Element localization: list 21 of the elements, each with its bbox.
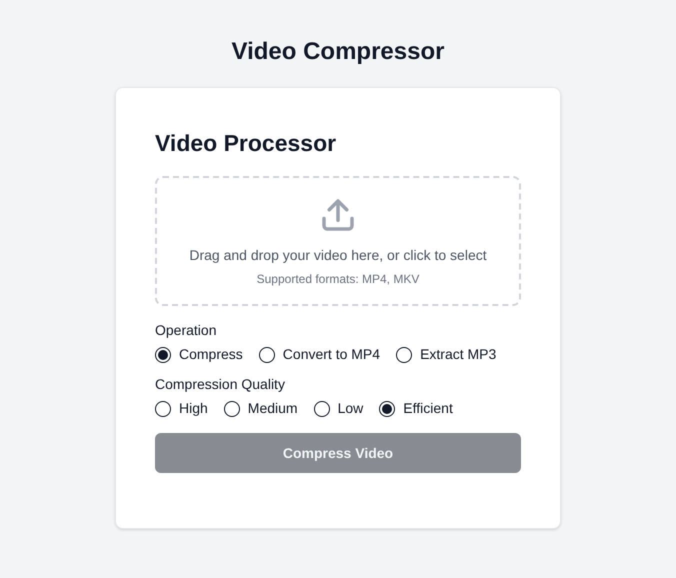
radio-option[interactable]: Medium	[224, 398, 298, 419]
radio-option[interactable]: Extract MP3	[396, 344, 496, 365]
radio-button[interactable]	[396, 346, 412, 362]
radio-option[interactable]: High	[155, 398, 208, 419]
radio-option[interactable]: Low	[314, 398, 364, 419]
card-heading: Video Processor	[155, 129, 338, 158]
radio-button[interactable]	[224, 400, 240, 416]
page-title: Video Compressor	[232, 37, 444, 67]
radio-option[interactable]: Convert to MP4	[258, 344, 380, 365]
radio-button[interactable]	[379, 400, 396, 416]
radio-button[interactable]	[155, 346, 171, 362]
dropzone-hint: Supported formats: MP4, MKV	[256, 271, 420, 288]
group-label: Compression Quality	[155, 375, 286, 393]
radio-option[interactable]: Compress	[155, 344, 243, 365]
radio-option[interactable]: Efficient	[379, 398, 453, 419]
dropzone-text: Drag and drop your video here, or click to select	[189, 246, 487, 265]
dropzone[interactable]: Drag and drop your video here, or click to select Supported formats: MP4, MKV	[155, 176, 521, 306]
radio-button[interactable]	[155, 400, 171, 416]
radio-button[interactable]	[314, 400, 330, 416]
group-label: Operation	[155, 321, 218, 339]
radio-button[interactable]	[258, 346, 275, 362]
